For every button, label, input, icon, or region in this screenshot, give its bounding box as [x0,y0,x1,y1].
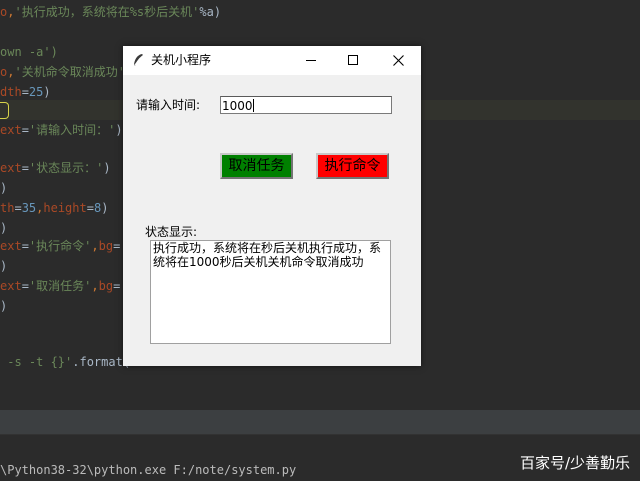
code-line: own -a') [0,45,58,59]
text-caret [252,99,254,112]
code-line: ext='取消任务',bg=' [0,279,128,293]
maximize-button[interactable] [331,46,376,75]
window-title: 关机小程序 [151,53,212,67]
code-line: ) [0,299,8,313]
time-input[interactable]: 1000 [220,96,392,114]
minimize-button[interactable] [289,46,334,75]
cancel-task-button[interactable]: 取消任务 [220,153,293,179]
execute-command-button[interactable]: 执行命令 [316,153,389,179]
code-line: o,'关机命令取消成功' [0,65,125,79]
feather-icon [133,54,143,67]
minimize-icon [306,60,316,61]
tool-window-header [0,410,640,434]
close-icon [393,55,404,66]
code-line: ext='状态显示：') [0,161,111,175]
matching-paren-marker [0,102,9,119]
code-line: ) [0,181,8,195]
code-line: ) [0,221,8,235]
window-titlebar[interactable]: 关机小程序 [123,46,421,75]
tk-window: 关机小程序 请输入时间: 1000 取消任务 执行命令 状态显示: 执行成功，系… [123,46,421,366]
code-line: dth=25) [0,85,51,99]
status-label: 状态显示: [145,225,198,239]
watermark-text: 百家号/少善勤乐 [519,454,630,472]
code-line: o,'执行成功，系统将在%s秒后关机'%a) [0,5,222,19]
close-button[interactable] [376,46,421,75]
code-line: th=35,height=8) [0,201,109,215]
code-line: -s -t {}'.format( [0,355,131,369]
code-line: ext='执行命令',bg=' [0,239,128,253]
time-label: 请输入时间: [136,98,201,112]
code-line: ) [0,259,8,273]
time-input-value: 1000 [222,99,253,113]
code-line: ext='请输入时间：') [0,123,123,137]
maximize-icon [348,55,358,65]
status-text: 执行成功，系统将在秒后关机执行成功，系统将在1000秒后关机关机命令取消成功 [153,241,382,269]
status-text-area[interactable]: 执行成功，系统将在秒后关机执行成功，系统将在1000秒后关机关机命令取消成功 [150,240,391,344]
